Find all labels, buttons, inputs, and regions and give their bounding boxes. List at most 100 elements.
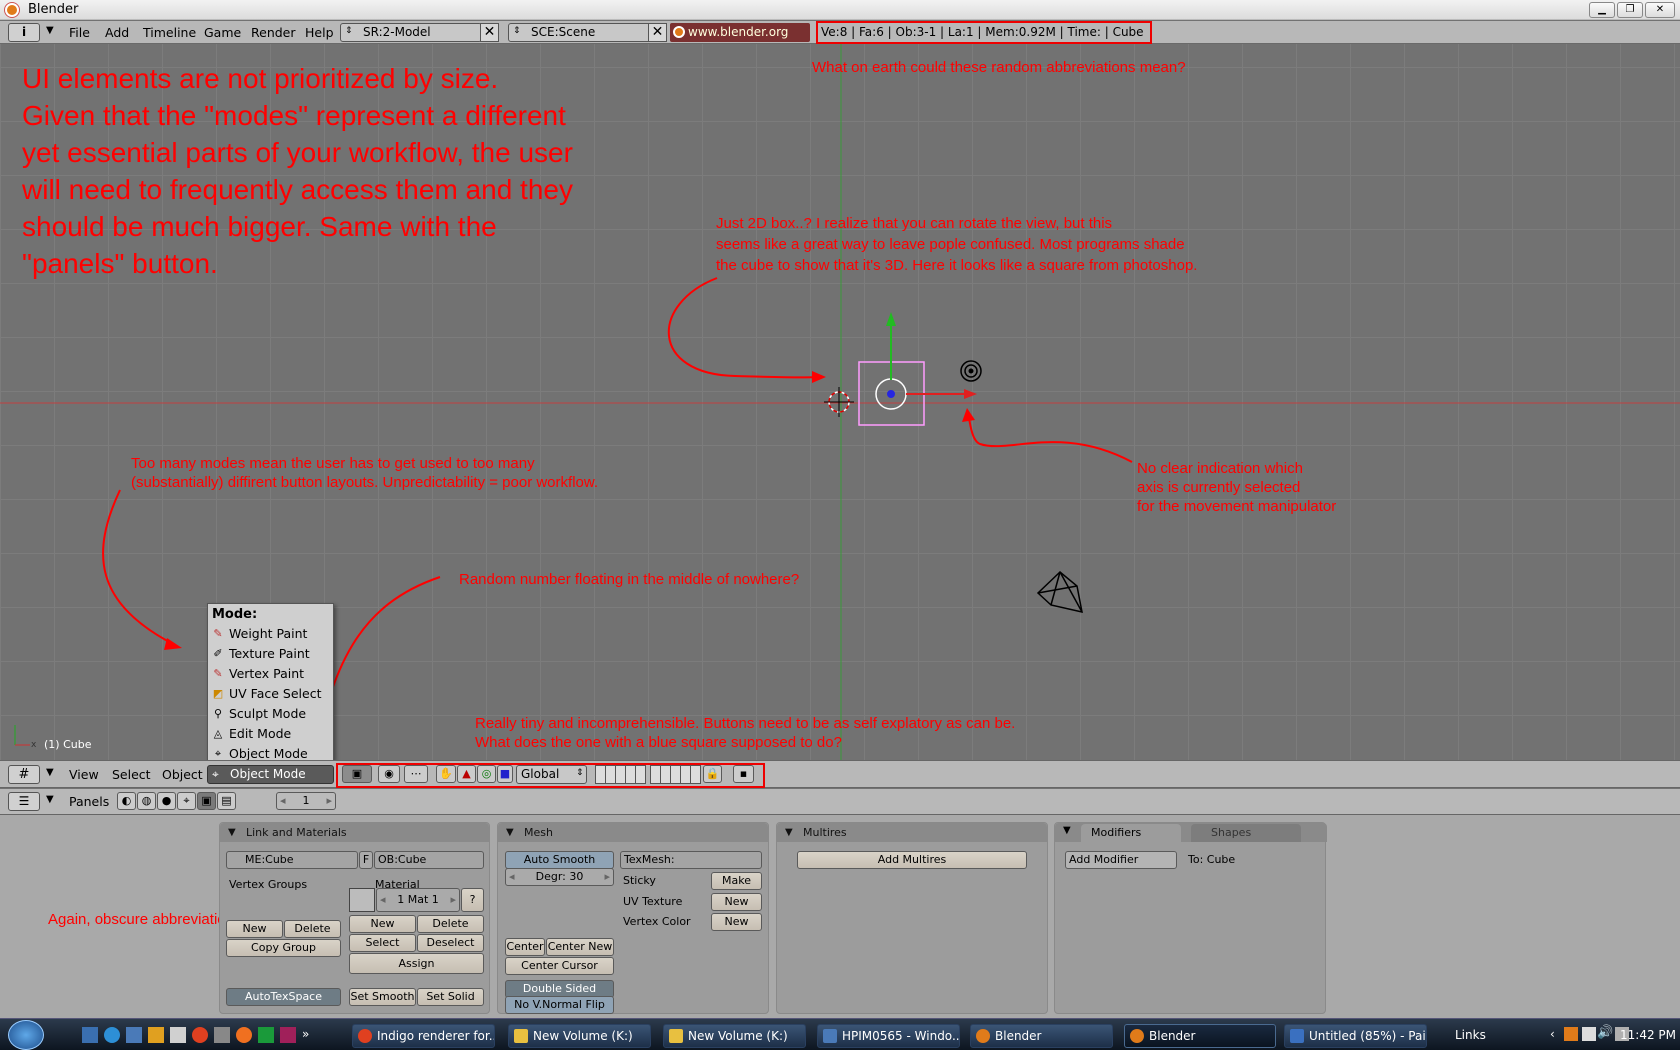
- volume-icon[interactable]: 🔊: [1597, 1025, 1613, 1040]
- tray-app-icon[interactable]: [1564, 1027, 1578, 1041]
- tray-expand-icon[interactable]: ‹: [1550, 1027, 1555, 1041]
- menu-timeline[interactable]: Timeline: [143, 25, 196, 40]
- mode-texture-paint[interactable]: ✐ Texture Paint: [208, 644, 333, 664]
- object-name-field[interactable]: OB:Cube: [374, 851, 484, 869]
- buttons-window-type-icon[interactable]: ☰: [8, 792, 40, 811]
- fake-user-button[interactable]: F: [359, 851, 373, 869]
- draw-type-button[interactable]: ▣: [342, 765, 372, 783]
- panel-collapse-icon[interactable]: ▼: [506, 823, 514, 842]
- translate-icon[interactable]: ▲: [457, 765, 476, 783]
- degr-decrement-icon[interactable]: ◂: [509, 869, 515, 885]
- panel-collapse-icon[interactable]: ▼: [1063, 825, 1071, 836]
- close-window-button[interactable]: ✕: [1645, 2, 1675, 18]
- panels-label[interactable]: Panels: [69, 794, 109, 809]
- shading-context-icon[interactable]: ●: [157, 792, 176, 810]
- layer-buttons-row2[interactable]: [650, 765, 701, 784]
- degr-increment-icon[interactable]: ▸: [604, 869, 610, 885]
- no-vnormal-flip-toggle[interactable]: No V.Normal Flip: [505, 996, 614, 1014]
- degr-field[interactable]: ◂ Degr: 30 ▸: [505, 868, 614, 886]
- panel-collapse-icon[interactable]: ▼: [785, 823, 793, 842]
- clock[interactable]: 11:42 PM: [1616, 1028, 1676, 1042]
- info-window-type-icon[interactable]: i: [8, 23, 40, 42]
- menu-add[interactable]: Add: [105, 25, 129, 40]
- menu-collapse-icon[interactable]: ▼: [46, 25, 54, 36]
- panel-link-materials-header[interactable]: ▼ Link and Materials: [220, 823, 489, 842]
- buttons-collapse-icon[interactable]: ▼: [46, 794, 54, 805]
- task-new-volume-1[interactable]: New Volume (K:): [508, 1024, 651, 1048]
- copy-group-button[interactable]: Copy Group: [226, 939, 341, 957]
- screen-selector[interactable]: SR:2-Model: [340, 23, 482, 42]
- tab-modifiers[interactable]: Modifiers: [1081, 824, 1181, 842]
- scale-icon[interactable]: ■: [497, 765, 513, 783]
- frame-increment-icon[interactable]: ▸: [326, 793, 332, 809]
- grid-window-type-icon[interactable]: #: [8, 765, 40, 784]
- menu-object[interactable]: Object: [162, 767, 203, 782]
- material-prev-icon[interactable]: ◂: [380, 889, 386, 911]
- pivot-button[interactable]: ◉: [378, 765, 400, 783]
- mode-edit[interactable]: ◬ Edit Mode: [208, 724, 333, 744]
- material-new-button[interactable]: New: [349, 915, 416, 933]
- layer-buttons-row1[interactable]: [595, 765, 646, 784]
- screen-dropdown-icon[interactable]: ⇕: [345, 26, 353, 36]
- delete-screen-button[interactable]: ✕: [480, 23, 499, 42]
- texmesh-field[interactable]: TexMesh:: [620, 851, 762, 869]
- menu-help[interactable]: Help: [305, 25, 334, 40]
- task-indigo[interactable]: Indigo renderer for...: [352, 1024, 495, 1048]
- task-blender-1[interactable]: Blender: [970, 1024, 1113, 1048]
- center-button[interactable]: Center: [505, 938, 545, 956]
- set-solid-button[interactable]: Set Solid: [417, 988, 484, 1006]
- auto-smooth-toggle[interactable]: Auto Smooth: [505, 851, 614, 869]
- mode-sculpt[interactable]: ⚲ Sculpt Mode: [208, 704, 333, 724]
- blender-org-link[interactable]: www.blender.org 245: [670, 23, 810, 58]
- task-new-volume-2[interactable]: New Volume (K:): [663, 1024, 806, 1048]
- photo-app-icon[interactable]: [280, 1027, 296, 1043]
- material-select-button[interactable]: Select: [349, 934, 416, 952]
- uv-texture-new-button[interactable]: New: [711, 893, 762, 911]
- rotate-icon[interactable]: ◎: [477, 765, 496, 783]
- tool-icon[interactable]: [214, 1027, 230, 1043]
- task-hpim0565[interactable]: HPIM0565 - Windo...: [817, 1024, 960, 1048]
- media-icon[interactable]: [148, 1027, 164, 1043]
- center-new-button[interactable]: Center New: [546, 938, 614, 956]
- firefox-icon[interactable]: [236, 1027, 252, 1043]
- scene-selector[interactable]: SCE:Scene: [508, 23, 653, 42]
- material-color-swatch[interactable]: [349, 888, 375, 912]
- center-cursor-button[interactable]: Center Cursor: [505, 957, 614, 975]
- vgroup-new-button[interactable]: New: [226, 920, 283, 938]
- restore-button[interactable]: ❐: [1617, 2, 1643, 18]
- material-help-button[interactable]: ?: [461, 888, 484, 912]
- mode-uv-face-select[interactable]: ◩ UV Face Select: [208, 684, 333, 704]
- material-next-icon[interactable]: ▸: [450, 889, 456, 911]
- vgroup-delete-button[interactable]: Delete: [284, 920, 341, 938]
- set-smooth-button[interactable]: Set Smooth: [349, 988, 416, 1006]
- menu-select[interactable]: Select: [112, 767, 151, 782]
- editing-context-icon[interactable]: ▣: [197, 792, 216, 810]
- mode-selector[interactable]: ⌖ Object Mode: [207, 765, 334, 784]
- mode-weight-paint[interactable]: ✎ Weight Paint: [208, 624, 333, 644]
- material-slot-field[interactable]: ◂ 1 Mat 1 ▸: [376, 888, 460, 912]
- header-collapse-icon[interactable]: ▼: [46, 767, 54, 778]
- object-context-icon[interactable]: ⌖: [177, 792, 196, 810]
- orientation-dropdown-icon[interactable]: ⇕: [576, 768, 584, 778]
- notepad-icon[interactable]: [170, 1027, 186, 1043]
- manipulator-toggle-button[interactable]: ⋯: [404, 765, 428, 783]
- links-toolbar[interactable]: Links: [1455, 1028, 1486, 1042]
- frame-decrement-icon[interactable]: ◂: [280, 793, 286, 809]
- h-app-icon[interactable]: [258, 1027, 274, 1043]
- lock-icon[interactable]: 🔒: [703, 765, 722, 783]
- quick-launch-more-icon[interactable]: »: [302, 1027, 318, 1043]
- panel-mesh-header[interactable]: ▼ Mesh: [498, 823, 768, 842]
- sticky-make-button[interactable]: Make: [711, 872, 762, 890]
- start-button[interactable]: [8, 1020, 44, 1050]
- tray-network-icon[interactable]: [1582, 1027, 1596, 1041]
- vertex-color-new-button[interactable]: New: [711, 913, 762, 931]
- autotexspace-toggle[interactable]: AutoTexSpace: [226, 988, 341, 1006]
- add-modifier-menu[interactable]: Add Modifier: [1065, 851, 1177, 869]
- tab-shapes[interactable]: Shapes: [1191, 824, 1301, 842]
- panel-multires-header[interactable]: ▼ Multires: [777, 823, 1047, 842]
- script-context-icon[interactable]: ◍: [137, 792, 156, 810]
- mode-vertex-paint[interactable]: ✎ Vertex Paint: [208, 664, 333, 684]
- show-desktop-icon[interactable]: [82, 1027, 98, 1043]
- menu-file[interactable]: File: [69, 25, 90, 40]
- minimize-button[interactable]: ▁: [1589, 2, 1615, 18]
